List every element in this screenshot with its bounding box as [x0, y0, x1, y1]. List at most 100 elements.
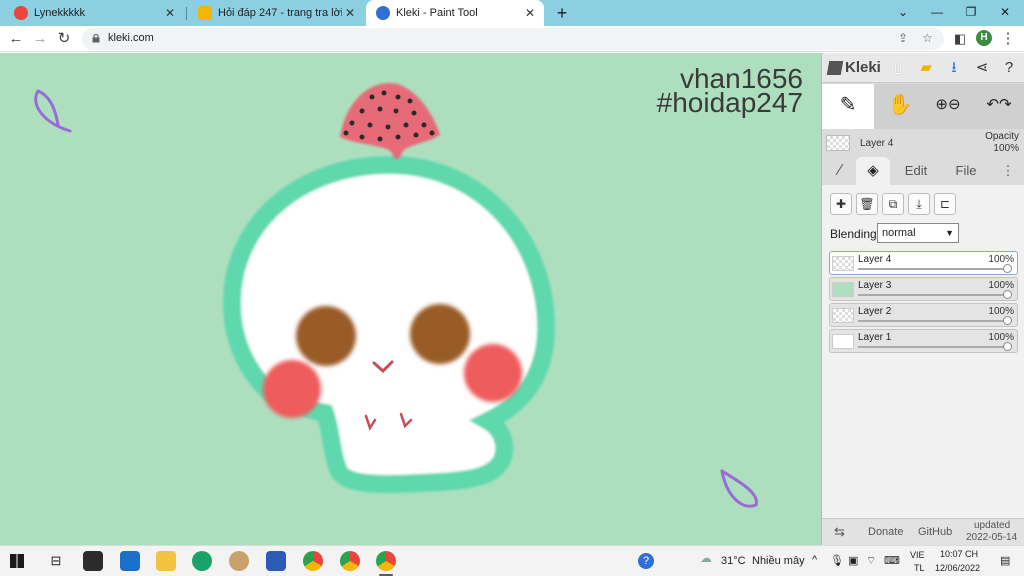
undo-icon[interactable]: ↶: [986, 96, 999, 113]
browser-toolbar: ← → ↻ kleki.com ⇪ ☆ ◧ ⋮: [0, 26, 1024, 52]
language-bottom[interactable]: TL: [914, 563, 925, 573]
tab-edit[interactable]: Edit: [894, 157, 938, 185]
tab-brush[interactable]: ⁄: [826, 157, 854, 185]
windows-start-icon[interactable]: [10, 554, 24, 568]
tab-search-chevron-icon[interactable]: ⌄: [886, 0, 920, 26]
new-tab-button[interactable]: +: [552, 3, 572, 23]
zoom-in-icon[interactable]: ⊕: [935, 96, 948, 113]
layers-icon: ◈: [867, 162, 879, 179]
add-layer-icon[interactable]: ✚: [830, 193, 852, 215]
bookmark-star-icon[interactable]: ☆: [922, 31, 933, 45]
tab-lynekkkkk[interactable]: Lynekkkkk ✕: [4, 0, 184, 26]
layer-opacity-slider[interactable]: [858, 346, 1008, 348]
zoom-app-icon[interactable]: [83, 551, 103, 571]
rename-layer-icon[interactable]: ⊏: [934, 193, 956, 215]
tab-title: Hỏi đáp 247 - trang tra lời: [218, 7, 342, 19]
hand-tool-button[interactable]: ✋: [878, 84, 922, 129]
tab-title: Kleki - Paint Tool: [396, 7, 478, 19]
help-icon[interactable]: ?: [999, 58, 1019, 78]
download-icon[interactable]: ⭳: [944, 58, 964, 78]
close-tab-icon[interactable]: ✕: [162, 6, 178, 20]
zoom-out-icon[interactable]: ⊖: [948, 96, 961, 113]
close-window-icon[interactable]: ✕: [988, 0, 1022, 26]
donate-link[interactable]: Donate: [868, 526, 903, 538]
mail-icon[interactable]: [120, 551, 140, 571]
keyboard-icon[interactable]: ⌨: [884, 554, 900, 567]
slider-knob[interactable]: [1003, 290, 1012, 299]
forward-arrow-icon[interactable]: →: [30, 29, 50, 49]
layer-item-2[interactable]: Layer 2 100%: [829, 303, 1018, 327]
wifi-icon[interactable]: ⌔: [866, 554, 876, 568]
reload-icon[interactable]: ↻: [54, 29, 74, 49]
merge-down-icon[interactable]: ⤓: [908, 193, 930, 215]
layers-panel: ✚ 🗑 ⧉ ⤓ ⊏ Blending normal ▼ Layer 4 100%…: [822, 185, 1024, 545]
kleki-logo[interactable]: Kleki: [826, 59, 881, 76]
purple-doodle-top-left: [34, 89, 72, 133]
slider-knob[interactable]: [1003, 342, 1012, 351]
redo-icon[interactable]: ↷: [999, 96, 1012, 113]
address-bar[interactable]: kleki.com ⇪ ☆: [82, 28, 944, 50]
microphone-icon[interactable]: 🎙: [830, 554, 844, 567]
minimize-icon[interactable]: —: [920, 0, 954, 26]
clock-time[interactable]: 10:07 CH: [940, 549, 978, 559]
slider-knob[interactable]: [1003, 316, 1012, 325]
layer-opacity-slider[interactable]: [858, 268, 1008, 270]
close-tab-icon[interactable]: ✕: [522, 6, 538, 20]
brush-icon: ⁄: [838, 162, 842, 179]
share-icon[interactable]: ⇪: [898, 31, 908, 45]
temperature[interactable]: 31°C: [721, 555, 746, 567]
help-icon[interactable]: ?: [638, 553, 654, 569]
tab-hoidap247[interactable]: Hỏi đáp 247 - trang tra lời ✕: [188, 0, 364, 26]
chrome-icon[interactable]: [303, 551, 323, 571]
slider-knob[interactable]: [1003, 264, 1012, 273]
undo-redo-button[interactable]: ↶↷: [976, 84, 1022, 129]
github-link[interactable]: GitHub: [918, 526, 952, 538]
restore-icon[interactable]: ❐: [954, 0, 988, 26]
zoom-button[interactable]: ⊕⊖: [926, 84, 970, 129]
layer-item-3[interactable]: Layer 3 100%: [829, 277, 1018, 301]
back-arrow-icon[interactable]: ←: [6, 29, 26, 49]
duplicate-layer-icon[interactable]: ⧉: [882, 193, 904, 215]
more-options-icon[interactable]: ⋮: [998, 157, 1018, 185]
chrome-active-icon[interactable]: [376, 551, 396, 571]
side-panel-icon[interactable]: ◧: [950, 29, 970, 49]
file-explorer-icon[interactable]: [156, 551, 176, 571]
weather-cloud-icon: ☁: [700, 551, 712, 565]
layer-opacity-slider[interactable]: [858, 320, 1008, 322]
task-view-icon[interactable]: ⊟: [46, 551, 66, 571]
delete-layer-icon[interactable]: 🗑: [856, 193, 878, 215]
purple-doodle-bottom-right: [720, 469, 758, 508]
left-eye: [296, 306, 356, 366]
word-icon[interactable]: [266, 551, 286, 571]
menu-kebab-icon[interactable]: ⋮: [998, 29, 1018, 49]
tab-layers[interactable]: ◈: [856, 157, 890, 185]
blending-select[interactable]: normal ▼: [877, 223, 959, 243]
drawing-canvas[interactable]: vhan1656 #hoidap247: [0, 53, 821, 545]
current-layer-info: Layer 4 Opacity 100%: [822, 130, 1024, 156]
swap-side-icon[interactable]: ⇆: [834, 524, 845, 540]
notifications-icon[interactable]: ▤: [1000, 554, 1010, 567]
left-cheek: [263, 360, 321, 418]
clock-date[interactable]: 12/06/2022: [935, 563, 980, 573]
tab-kleki[interactable]: Kleki - Paint Tool ✕: [366, 0, 544, 26]
layer-thumbnail: [832, 308, 854, 323]
tab-file[interactable]: File: [944, 157, 988, 185]
brush-tool-button[interactable]: ✎: [822, 84, 874, 129]
edge-browser-icon[interactable]: [192, 551, 212, 571]
chrome-profile-icon[interactable]: [340, 551, 360, 571]
paint-icon[interactable]: [229, 551, 249, 571]
layer-opacity: 100%: [988, 306, 1014, 317]
layer-item-4[interactable]: Layer 4 100%: [829, 251, 1018, 275]
weather-text[interactable]: Nhiều mây: [752, 555, 805, 567]
close-tab-icon[interactable]: ✕: [342, 6, 358, 20]
tray-chevron-up-icon[interactable]: ^: [812, 554, 817, 566]
language-top[interactable]: VIE: [910, 550, 925, 560]
share-icon[interactable]: ⋖: [972, 58, 992, 78]
profile-avatar[interactable]: H: [976, 30, 992, 46]
layer-item-1[interactable]: Layer 1 100%: [829, 329, 1018, 353]
canvas-artwork: [34, 83, 758, 508]
open-folder-icon[interactable]: ▰: [916, 58, 936, 78]
new-image-icon[interactable]: ▯: [888, 58, 908, 78]
camera-icon[interactable]: ▣: [848, 554, 858, 567]
layer-opacity-slider[interactable]: [858, 294, 1008, 296]
